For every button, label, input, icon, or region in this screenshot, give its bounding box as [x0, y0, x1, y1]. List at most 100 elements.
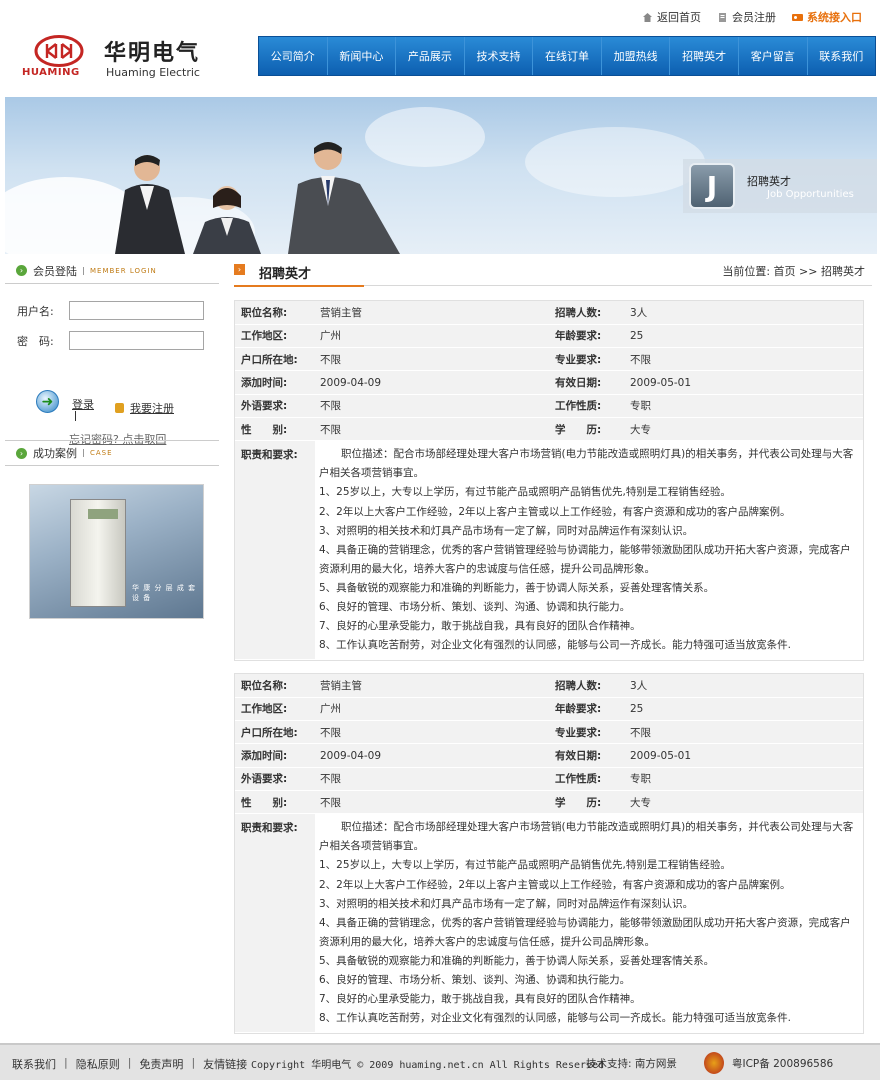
job-desc-line: 4、具备正确的营销理念，优秀的客户营销管理经验与协调能力，能够带领激励团队成功开… [319, 543, 851, 575]
cabinet-panel [88, 509, 118, 519]
home-link[interactable]: 返回首页 [642, 9, 701, 25]
footer-separator: | [191, 1056, 196, 1069]
job-name-value: 营销主管 [315, 301, 550, 325]
table-row: 性 别: 不限 学 历: 大专 [235, 417, 863, 442]
login-button[interactable]: 登录 [72, 396, 94, 412]
footer-link-privacy[interactable]: 隐私原则 [76, 1056, 120, 1072]
success-cases-section: › 成功案例 CASE [5, 440, 219, 466]
success-cases-header: › 成功案例 CASE [5, 440, 219, 466]
job-nature-value: 专职 [630, 394, 863, 418]
company-logo[interactable]: HUAMING 华明电气 Huaming Electric [22, 33, 222, 83]
footer-link-disclaimer[interactable]: 免责声明 [139, 1056, 183, 1072]
member-login-subtitle: MEMBER LOGIN [83, 266, 157, 275]
home-link-label: 返回首页 [657, 11, 701, 24]
table-row: 职位名称: 营销主管 招聘人数: 3人 [235, 674, 863, 698]
top-links: 返回首页 会员注册 系统接入口 [642, 9, 862, 25]
job-hukou-value: 不限 [315, 347, 550, 372]
main-header: › 招聘英才 当前位置: 首页 >> 招聘英才 [234, 258, 872, 287]
username-row: 用户名: [17, 301, 204, 320]
nav-item-jobs[interactable]: 招聘英才 [670, 37, 739, 75]
main-content: › 招聘英才 当前位置: 首页 >> 招聘英才 职位名称: 营销主管 招聘人数:… [234, 258, 872, 1035]
job-duty-label: 职责和要求: [235, 813, 315, 1034]
job-major-value: 不限 [630, 720, 863, 745]
job-name-label: 职位名称: [235, 301, 315, 325]
job-desc-line: 7、良好的心里承受能力，敢于挑战自我，具有良好的团队合作精神。 [319, 993, 641, 1006]
title-underline [234, 285, 364, 287]
register-link-label: 会员注册 [732, 11, 776, 24]
job-count-label: 招聘人数: [550, 301, 630, 325]
job-valid-value: 2009-05-01 [630, 370, 863, 395]
job-description: 职位描述：配合市场部经理处理大客户市场营销(电力节能改造或照明灯具)的相关事务，… [315, 440, 863, 661]
job-added-value: 2009-04-09 [315, 743, 550, 768]
logo-chinese-name: 华明电气 [104, 41, 201, 66]
arrow-bullet-icon: › [16, 265, 27, 276]
main-nav: 公司简介 新闻中心 产品展示 技术支持 在线订单 加盟热线 招聘英才 客户留言 … [258, 36, 876, 76]
case-caption: 华 康 分 层 成 套 设 备 [132, 584, 197, 602]
register-link[interactable]: 会员注册 [717, 9, 776, 25]
job-desc-line: 7、良好的心里承受能力，敢于挑战自我，具有良好的团队合作精神。 [319, 620, 641, 633]
table-row: 户口所在地: 不限 专业要求: 不限 [235, 720, 863, 745]
table-row: 职责和要求: 职位描述：配合市场部经理处理大客户市场营销(电力节能改造或照明灯具… [235, 440, 863, 661]
banner-subtitle: Job Opportunities [767, 189, 854, 200]
job-area-value: 广州 [315, 324, 550, 349]
logo-english-name: Huaming Electric [106, 66, 200, 79]
job-desc-line: 职位描述：配合市场部经理处理大客户市场营销(电力节能改造或照明灯具)的相关事务，… [319, 821, 854, 853]
job-posting: 职位名称: 营销主管 招聘人数: 3人 工作地区: 广州 年龄要求: 25 户口… [234, 673, 864, 1035]
nav-item-orders[interactable]: 在线订单 [533, 37, 602, 75]
left-sidebar: › 会员登陆 MEMBER LOGIN 用户名: 密 码: ➜ 登录 我要注册 … [5, 258, 219, 1038]
table-row: 性 别: 不限 学 历: 大专 [235, 790, 863, 815]
success-cases-subtitle: CASE [83, 449, 113, 457]
job-sex-value: 不限 [315, 417, 550, 442]
page-title: 招聘英才 [259, 267, 312, 282]
nav-item-messages[interactable]: 客户留言 [739, 37, 808, 75]
case-product-image[interactable]: 华 康 分 层 成 套 设 备 [29, 484, 204, 619]
job-age-label: 年龄要求: [550, 324, 630, 349]
job-sex-value: 不限 [315, 790, 550, 815]
table-row: 工作地区: 广州 年龄要求: 25 [235, 697, 863, 722]
job-desc-line: 6、良好的管理、市场分析、策划、谈判、沟通、协调和执行能力。 [319, 601, 631, 614]
job-edu-value: 大专 [630, 790, 863, 815]
nav-item-about[interactable]: 公司简介 [259, 37, 328, 75]
footer-link-friends[interactable]: 友情链接 [203, 1056, 247, 1072]
nav-item-news[interactable]: 新闻中心 [328, 37, 397, 75]
job-age-value: 25 [630, 324, 863, 349]
tech-support: 技术支持: 南方网景 [586, 1058, 677, 1070]
login-arrow-icon[interactable]: ➜ [36, 390, 59, 413]
job-desc-line: 职位描述：配合市场部经理处理大客户市场营销(电力节能改造或照明灯具)的相关事务，… [319, 448, 854, 480]
job-desc-line: 2、2年以上大客户工作经验，2年以上客户主管或以上工作经验，有客户资源和成功的客… [319, 505, 791, 518]
job-desc-line: 3、对照明的相关技术和灯具产品市场有一定了解，同时对品牌运作有深刻认识。 [319, 524, 694, 537]
arrow-bullet-icon: › [234, 264, 245, 275]
nav-item-products[interactable]: 产品展示 [396, 37, 465, 75]
job-area-label: 工作地区: [235, 697, 315, 722]
job-hukou-value: 不限 [315, 720, 550, 745]
logo-english-short: HUAMING [22, 67, 80, 78]
nav-item-support[interactable]: 技术支持 [465, 37, 534, 75]
password-input[interactable] [69, 331, 204, 350]
job-valid-label: 有效日期: [550, 743, 630, 768]
nav-item-franchise[interactable]: 加盟热线 [602, 37, 671, 75]
job-age-value: 25 [630, 697, 863, 722]
table-row: 外语要求: 不限 工作性质: 专职 [235, 767, 863, 791]
nav-item-contact[interactable]: 联系我们 [808, 37, 876, 75]
job-major-value: 不限 [630, 347, 863, 372]
job-details-table: 职位名称: 营销主管 招聘人数: 3人 工作地区: 广州 年龄要求: 25 户口… [235, 301, 863, 661]
job-edu-label: 学 历: [550, 417, 630, 442]
businessman-figure [115, 155, 185, 254]
register-button[interactable]: 我要注册 [115, 400, 174, 416]
password-label: 密 码: [17, 334, 54, 348]
footer-link-contact[interactable]: 联系我们 [12, 1056, 56, 1072]
job-lang-value: 不限 [315, 767, 550, 791]
jobs-banner: J 招聘英才 Job Opportunities [5, 97, 877, 254]
icp-number[interactable]: 粤ICP备 200896586 [732, 1056, 833, 1071]
job-lang-label: 外语要求: [235, 767, 315, 791]
home-icon [643, 12, 652, 22]
banner-letter-badge: J [689, 163, 735, 209]
username-input[interactable] [69, 301, 204, 320]
job-description: 职位描述：配合市场部经理处理大客户市场营销(电力节能改造或照明灯具)的相关事务，… [315, 813, 863, 1034]
job-name-value: 营销主管 [315, 674, 550, 698]
system-entry-link[interactable]: 系统接入口 [792, 9, 862, 25]
job-count-value: 3人 [630, 301, 863, 325]
job-desc-line: 1、25岁以上，大专以上学历，有过节能产品或照明产品销售优先,特别是工程销售经验… [319, 859, 731, 872]
police-badge-icon[interactable] [704, 1052, 724, 1074]
document-icon [719, 12, 726, 22]
